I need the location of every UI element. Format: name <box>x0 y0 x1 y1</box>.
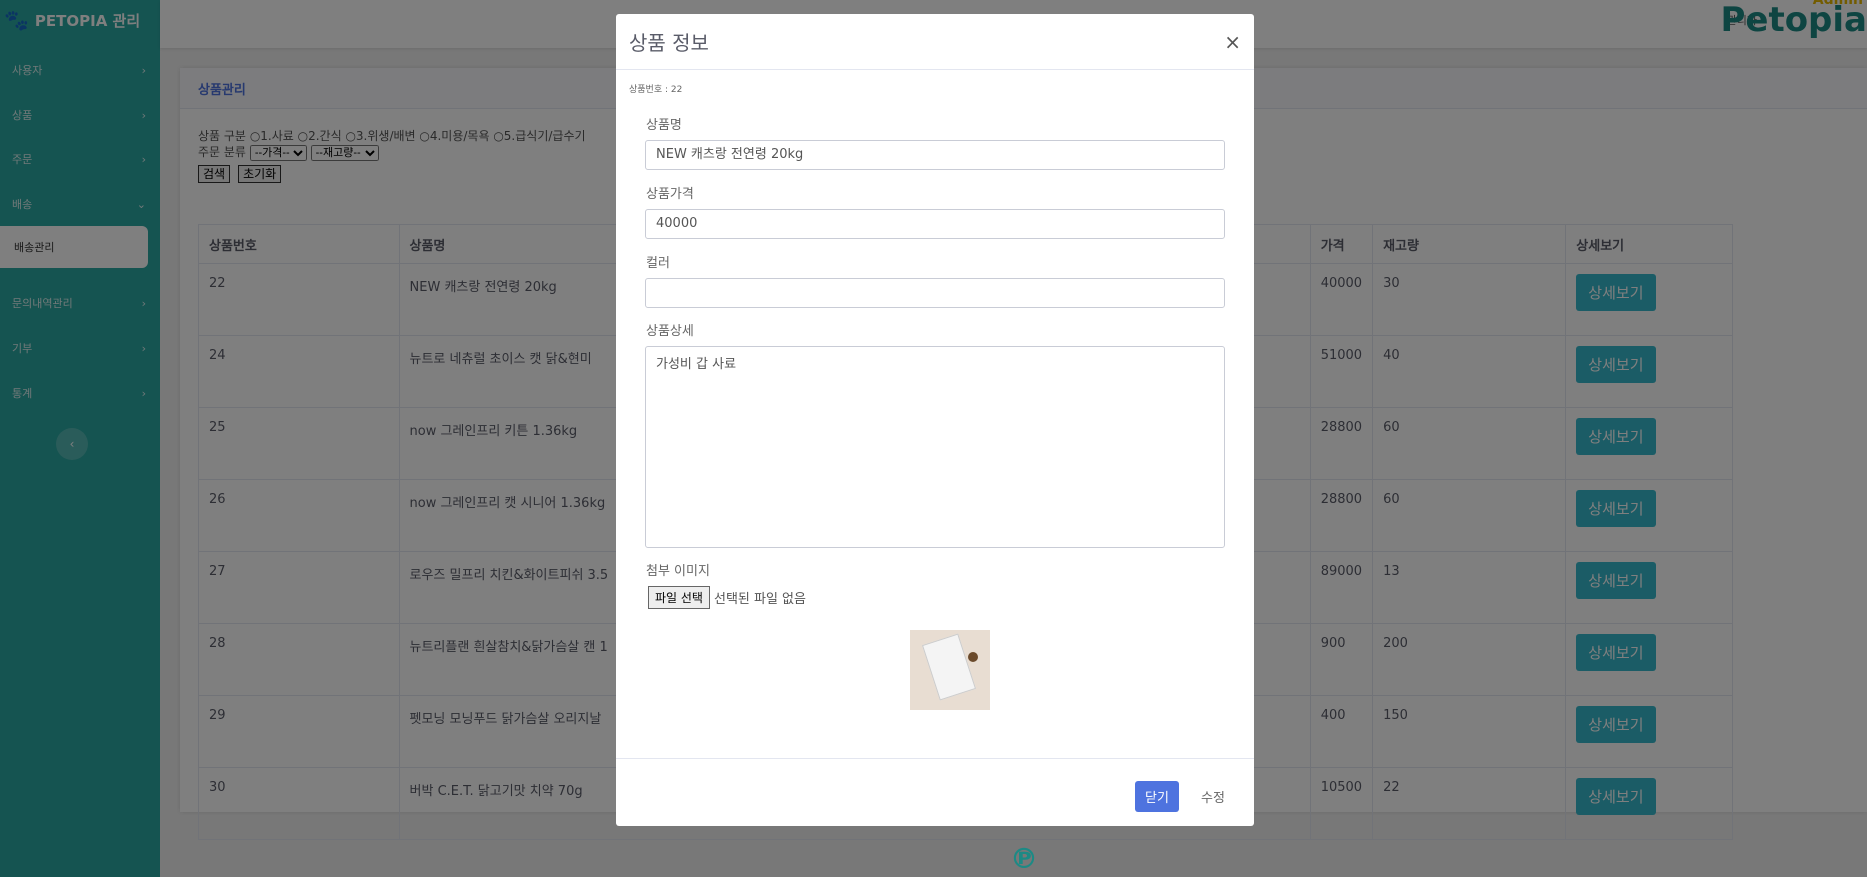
color-input[interactable] <box>645 278 1225 308</box>
product-info-modal: 상품 정보 × 상품번호 : 22 상품명 NEW 캐츠랑 전연령 20kg 상… <box>616 14 1254 826</box>
attach-image-label: 첨부 이미지 <box>646 564 710 579</box>
kibble-shape <box>968 652 978 662</box>
modal-title: 상품 정보 <box>629 31 709 55</box>
modal-footer: 닫기 수정 <box>616 758 1254 827</box>
product-detail-textarea[interactable]: 가성비 갑 사료 <box>645 346 1225 548</box>
food-bag-shape <box>921 633 977 701</box>
footer-logo-icon: ℗ <box>1010 842 1038 875</box>
product-thumbnail-image <box>910 630 990 710</box>
close-button[interactable]: 닫기 <box>1135 781 1179 812</box>
product-number: 상품번호 : 22 <box>629 85 683 95</box>
product-price-label: 상품가격 <box>646 187 694 202</box>
product-detail-label: 상품상세 <box>646 324 694 339</box>
close-icon[interactable]: × <box>1224 30 1241 54</box>
modal-header: 상품 정보 × <box>616 14 1254 70</box>
file-input[interactable]: 파일 선택 선택된 파일 없음 <box>648 586 806 609</box>
product-price-input[interactable]: 40000 <box>645 209 1225 239</box>
product-name-input[interactable]: NEW 캐츠랑 전연령 20kg <box>645 140 1225 170</box>
edit-button[interactable]: 수정 <box>1201 787 1225 806</box>
file-select-button[interactable]: 파일 선택 <box>648 586 710 609</box>
product-name-label: 상품명 <box>646 118 682 133</box>
color-label: 컬러 <box>646 256 670 271</box>
file-status: 선택된 파일 없음 <box>713 592 806 607</box>
